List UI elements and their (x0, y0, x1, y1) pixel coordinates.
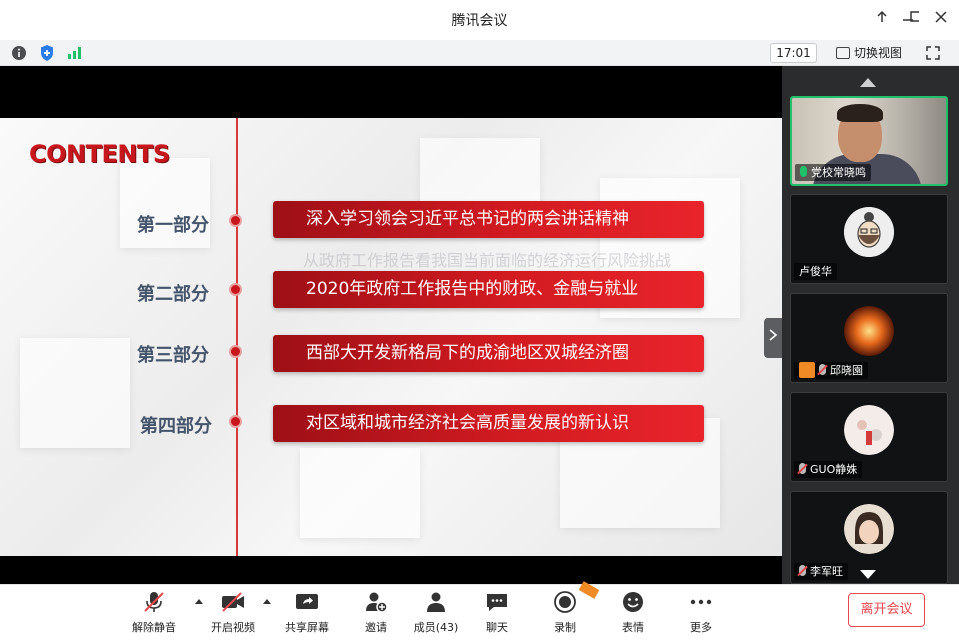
part-title-bar: 西部大开发新格局下的成渝地区双城经济圈 (273, 335, 704, 372)
reactions-button[interactable]: 表情 (602, 591, 664, 635)
smiley-icon (623, 592, 643, 612)
meeting-toolbar: 解除静音 开启视频 共享屏幕 邀请 成员(43) 聊天 录制 表情 更多 离开会… (0, 581, 959, 640)
timeline-line (236, 118, 238, 556)
chat-icon (487, 594, 507, 611)
invite-label: 邀请 (365, 621, 387, 634)
slide-decor-tile (300, 448, 420, 538)
close-icon[interactable] (931, 10, 951, 30)
slide-decor-tile (420, 138, 540, 208)
info-icon[interactable] (10, 44, 28, 62)
participant-name: GUO静姝 (810, 463, 858, 476)
slide-decor-tile (20, 338, 130, 448)
part-label: 第一部分 (137, 215, 209, 236)
avatar (844, 306, 894, 356)
invite-button[interactable]: 邀请 (345, 591, 407, 635)
participant-name-tag: 党校常晓鸣 (795, 164, 871, 181)
participant-name-tag: 李军旺 (794, 563, 848, 580)
meeting-info-bar: 17:01 切换视图 (0, 40, 959, 66)
avatar (844, 504, 894, 554)
chat-button[interactable]: 聊天 (466, 591, 528, 635)
chevron-right-icon (769, 329, 778, 341)
members-label: 成员(43) (413, 621, 459, 634)
unmute-button[interactable]: 解除静音 (123, 591, 185, 635)
more-label: 更多 (690, 621, 712, 634)
timeline-dot (229, 283, 242, 296)
timeline-dot (229, 415, 242, 428)
reactions-label: 表情 (622, 621, 644, 634)
participant-name: 邱晓園 (830, 364, 863, 377)
participant-name: 李军旺 (810, 565, 843, 578)
unmute-label: 解除静音 (132, 621, 176, 634)
mic-muted-icon (819, 364, 826, 375)
record-button[interactable]: 录制 (534, 591, 596, 635)
timeline-dot (229, 214, 242, 227)
participant-video-tile[interactable]: GUO静姝 (790, 392, 948, 482)
maximize-icon[interactable] (902, 10, 922, 30)
mic-muted-icon (144, 592, 164, 612)
part-label: 第三部分 (137, 345, 209, 366)
participant-video-tile[interactable]: 邱晓園 (790, 293, 948, 383)
mic-muted-icon (799, 463, 806, 474)
participant-name-tag: GUO静姝 (794, 461, 863, 478)
participant-name-tag: 卢俊华 (794, 263, 837, 280)
security-shield-icon[interactable] (38, 44, 56, 62)
share-screen-icon (296, 594, 318, 609)
more-button[interactable]: 更多 (670, 591, 732, 635)
mic-active-icon (800, 166, 807, 177)
collapse-sidebar-button[interactable] (764, 318, 782, 358)
share-screen-button[interactable]: 共享屏幕 (276, 591, 338, 635)
participant-name: 党校常晓鸣 (811, 166, 866, 179)
scroll-up-icon[interactable] (860, 78, 876, 87)
more-dots-icon (690, 599, 712, 605)
leave-meeting-button[interactable]: 离开会议 (848, 593, 925, 627)
network-signal-icon[interactable] (66, 44, 84, 62)
meeting-window: 腾讯会议 17:01 切换视图 CONTENTS 从政府工作报告看我国当前面临的… (0, 0, 959, 640)
mic-muted-icon (799, 565, 806, 576)
participant-name-tag: 邱晓園 (794, 362, 868, 379)
add-user-icon (366, 592, 388, 613)
timeline-dot (229, 345, 242, 358)
participant-name: 卢俊华 (799, 265, 832, 278)
part-label: 第四部分 (140, 416, 212, 437)
members-icon (427, 592, 445, 612)
start-video-button[interactable]: 开启视频 (202, 591, 264, 635)
pin-icon[interactable] (872, 10, 892, 30)
part-title-bar: 2020年政府工作报告中的财政、金融与就业 (273, 271, 704, 308)
switch-view-label: 切换视图 (854, 46, 903, 60)
shared-screen: CONTENTS 从政府工作报告看我国当前面临的经济运行风险挑战 第一部分 深入… (0, 66, 782, 584)
part-title-bar: 深入学习领会习近平总书记的两会讲话精神 (273, 201, 704, 238)
title-bar: 腾讯会议 (0, 0, 959, 40)
slide-heading: CONTENTS (29, 140, 170, 168)
chat-label: 聊天 (486, 621, 508, 634)
switch-view-button[interactable]: 切换视图 (836, 43, 902, 63)
scroll-down-icon[interactable] (860, 570, 876, 579)
participant-video-tile[interactable]: 卢俊华 (790, 194, 948, 284)
meeting-duration: 17:01 (770, 43, 817, 63)
share-screen-label: 共享屏幕 (285, 621, 329, 634)
switch-view-icon (836, 47, 850, 59)
video-options-caret-icon[interactable] (263, 599, 271, 604)
participant-video-tile[interactable]: 党校常晓鸣 (790, 96, 948, 186)
start-video-label: 开启视频 (211, 621, 255, 634)
record-icon (554, 591, 576, 613)
part-label: 第二部分 (137, 284, 209, 305)
slide-overlay-text: 从政府工作报告看我国当前面临的经济运行风险挑战 (303, 251, 672, 270)
avatar (844, 405, 894, 455)
record-label: 录制 (554, 621, 576, 634)
part-title-bar: 对区域和城市经济社会高质量发展的新认识 (273, 405, 704, 442)
presentation-slide: CONTENTS 从政府工作报告看我国当前面临的经济运行风险挑战 第一部分 深入… (0, 118, 782, 556)
members-button[interactable]: 成员(43) (405, 591, 467, 635)
avatar (844, 207, 894, 257)
fullscreen-icon[interactable] (926, 45, 940, 60)
camera-off-icon (222, 592, 244, 612)
window-title: 腾讯会议 (451, 13, 508, 29)
host-badge-icon (799, 362, 815, 378)
